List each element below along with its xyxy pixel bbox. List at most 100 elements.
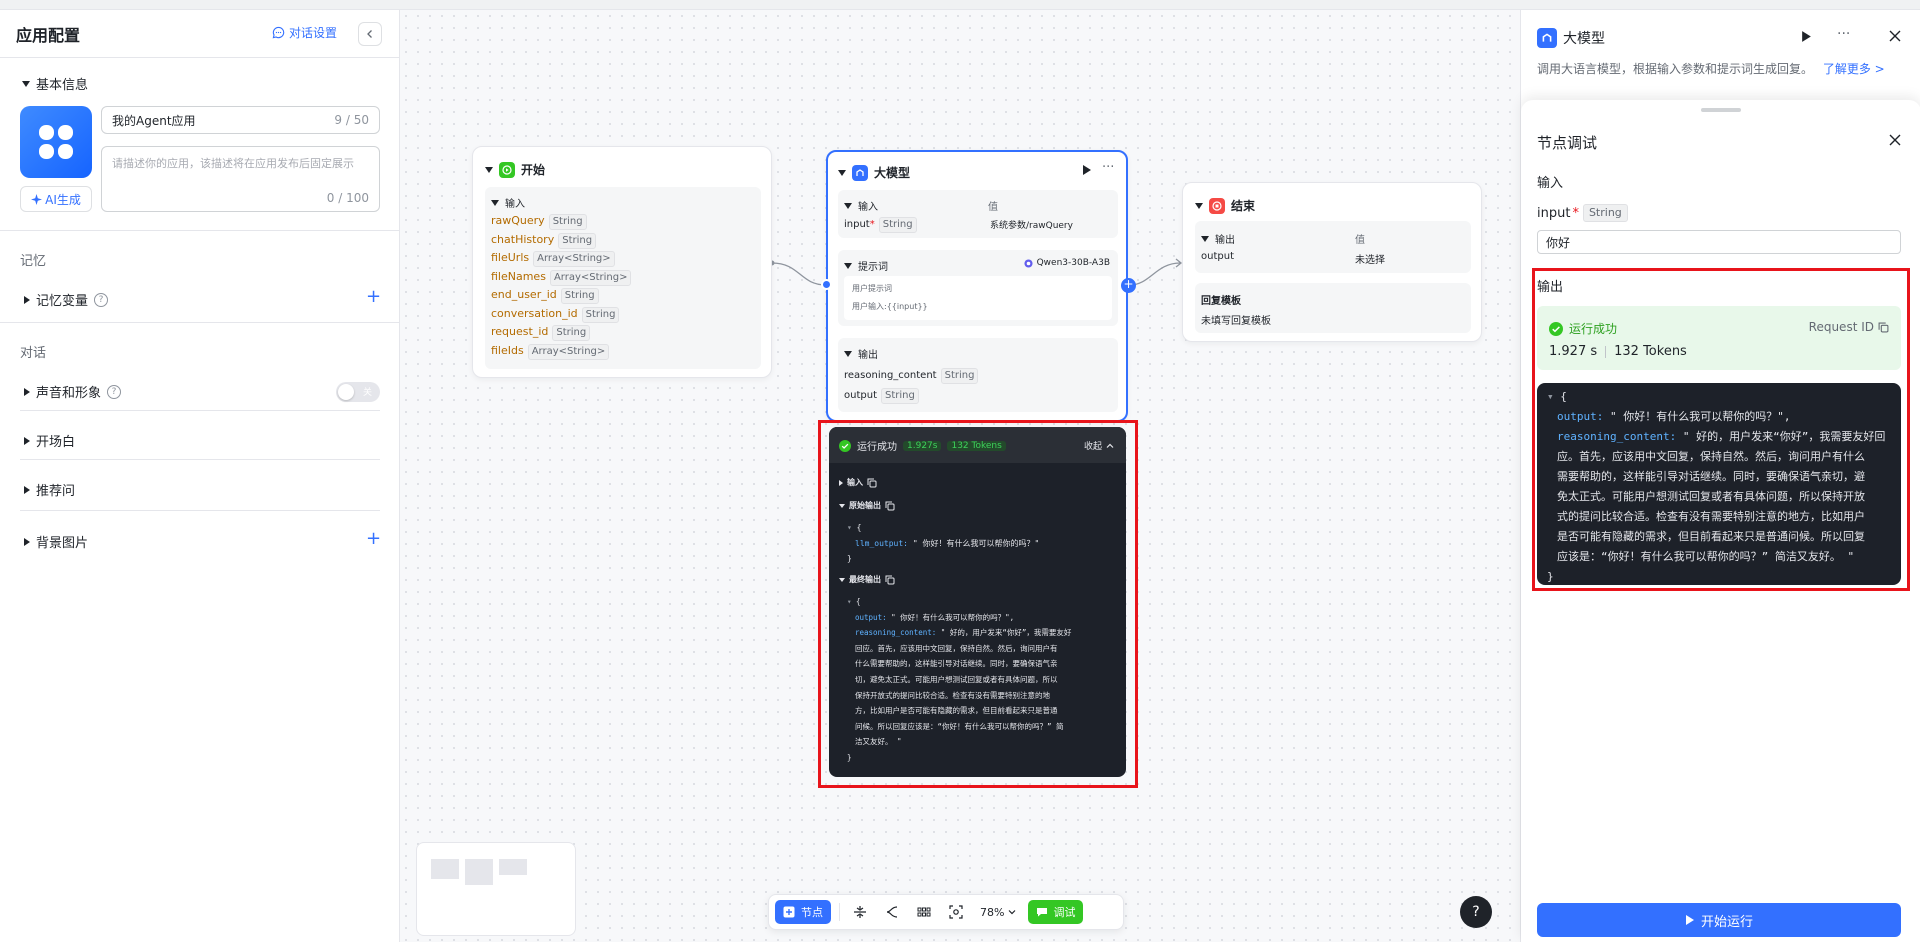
llm-node-title: 大模型 — [874, 166, 911, 180]
workflow-canvas[interactable]: 开始 输入 rawQuery String chatHistory String f… — [400, 10, 1520, 942]
caret-down-icon — [839, 577, 845, 582]
run-node-button[interactable] — [1801, 30, 1812, 43]
ai-generate-button[interactable]: AI生成 — [20, 186, 92, 212]
list-item: request_id String — [491, 324, 631, 343]
divider — [0, 230, 400, 231]
json-key: reasoning_content: — [1557, 430, 1677, 443]
json-key: reasoning_content: — [855, 628, 937, 638]
node-detail-panel: 大模型 ··· 调用大语言模型，根据输入参数和提示词生成回复。 了解更多 > 节… — [1520, 10, 1920, 942]
minimap[interactable] — [416, 842, 576, 936]
debug-input-label: 输入 — [1537, 176, 1564, 191]
status-text: 运行成功 — [857, 442, 897, 453]
copy-icon[interactable] — [885, 501, 895, 511]
memory-vars-header[interactable]: 记忆变量 ? — [24, 290, 109, 309]
llm-node[interactable]: 大模型 ··· 输入 值 input* String 系统参数/rawQuery … — [826, 150, 1128, 422]
template-value: 未填写回复模板 — [1201, 316, 1271, 327]
value-label: 值 — [1355, 235, 1365, 246]
basic-info-header[interactable]: 基本信息 — [22, 74, 88, 93]
user-prompt-label: 用户提示词 — [852, 284, 892, 293]
app-icon[interactable] — [20, 106, 92, 178]
result-input-toggle[interactable]: 输入 — [839, 477, 877, 488]
json-line: } — [1547, 570, 1554, 583]
connector-style-icon[interactable] — [880, 900, 904, 924]
collapse-button[interactable]: 收起 — [1084, 439, 1114, 452]
conversation-settings-link[interactable]: 对话设置 — [272, 24, 337, 41]
add-node-button[interactable]: 节点 — [775, 900, 831, 924]
add-next-node-button[interactable]: + — [1121, 278, 1136, 293]
prompt-label: 提示词 — [858, 262, 888, 273]
more-icon[interactable]: ··· — [1837, 26, 1850, 42]
raw-output-toggle[interactable]: 原始输出 — [839, 500, 895, 511]
close-icon[interactable] — [1889, 134, 1901, 146]
app-description-input[interactable]: 请描述你的应用，该描述将在应用发布后固定展示 0 / 100 — [101, 146, 380, 212]
debug-button[interactable]: 调试 — [1028, 900, 1084, 924]
caret-down-icon — [844, 350, 852, 357]
json-line: 需要帮助的，这样能引导对话继续。同时，要确保语气亲切，避 — [1557, 470, 1865, 483]
add-bg-image-button[interactable]: + — [366, 528, 381, 549]
add-memory-var-button[interactable]: + — [366, 286, 381, 307]
bg-image-header[interactable]: 背景图片 — [24, 532, 88, 551]
copy-icon[interactable] — [1878, 322, 1889, 333]
output-value: 未选择 — [1355, 255, 1385, 266]
llm-node-header: 大模型 — [838, 164, 910, 181]
minimap-node — [499, 859, 527, 875]
model-badge[interactable]: Qwen3-30B-A3B — [1024, 258, 1110, 268]
start-node[interactable]: 开始 输入 rawQuery String chatHistory String f… — [472, 146, 772, 378]
divider — [0, 322, 400, 323]
chevron-down-icon — [1008, 908, 1016, 916]
final-output-toggle[interactable]: 最终输出 — [839, 574, 895, 585]
prompt-editor[interactable]: 用户提示词 用户输入:{{input}} — [844, 276, 1112, 320]
help-icon[interactable]: ? — [94, 292, 109, 307]
memory-section-label: 记忆 — [20, 254, 47, 269]
close-panel-button[interactable] — [1889, 30, 1901, 42]
start-run-button[interactable]: 开始运行 — [1537, 903, 1901, 937]
caret-right-icon — [24, 387, 30, 396]
json-line: 切，避免太正式。可能用户想测试回复或者有具体问题，所以 — [855, 674, 1058, 684]
learn-more-link[interactable]: 了解更多 > — [1823, 62, 1885, 76]
prompt-section-header: 提示词 — [844, 258, 888, 273]
request-id[interactable]: Request ID — [1809, 320, 1889, 334]
output-label: 输出 — [1215, 235, 1235, 246]
end-node[interactable]: 结束 输出 值 output 未选择 回复模板 未填写回复模板 — [1182, 182, 1482, 342]
zoom-select[interactable]: 78% — [976, 900, 1020, 924]
input-label: 输入 — [858, 202, 878, 213]
json-brace: { — [856, 523, 862, 532]
list-item: rawQuery String — [491, 213, 631, 232]
json-line: 应该是：“你好！有什么我可以帮你的吗？” 简洁又友好。 " — [1557, 550, 1855, 563]
grid-icon[interactable] — [912, 900, 936, 924]
node-debug-sheet: 节点调试 输入 input * String 你好 输出 运行成功 Reques… — [1521, 100, 1920, 942]
raw-output-json: ▾ { llm_output: " 你好！有什么我可以帮你的吗？" } — [847, 520, 1039, 567]
input-handle[interactable] — [821, 279, 832, 290]
align-icon[interactable] — [848, 900, 872, 924]
json-line: reasoning_content: " 好的，用户发来“你好”，我需要友好回 — [1547, 427, 1891, 447]
run-node-button[interactable] — [1082, 164, 1092, 176]
help-icon[interactable]: ? — [107, 384, 122, 399]
collapse-panel-button[interactable] — [358, 22, 382, 46]
json-line: llm_output: " 你好！有什么我可以帮你的吗？" — [847, 536, 1039, 552]
voice-header[interactable]: 声音和形象 ? — [24, 382, 122, 401]
more-icon[interactable]: ··· — [1102, 160, 1114, 175]
var-name: conversation_id — [491, 306, 578, 320]
opening-header[interactable]: 开场白 — [24, 431, 75, 450]
caret-down-icon — [844, 202, 852, 209]
drag-handle[interactable] — [1701, 108, 1741, 112]
panel-title: 应用配置 — [16, 26, 81, 45]
copy-icon[interactable] — [885, 575, 895, 585]
voice-toggle[interactable]: 关 — [336, 382, 380, 402]
panel-description: 调用大语言模型，根据输入参数和提示词生成回复。 了解更多 > — [1537, 60, 1885, 77]
raw-output-label: 原始输出 — [849, 501, 881, 510]
suggest-header[interactable]: 推荐问 — [24, 480, 75, 499]
copy-icon[interactable] — [867, 478, 877, 488]
json-key: output: — [1557, 410, 1604, 423]
fit-view-icon[interactable] — [944, 900, 968, 924]
output-label: 输出 — [858, 350, 878, 361]
var-name: output — [844, 390, 877, 401]
start-var-list: rawQuery String chatHistory String fileUrl… — [491, 213, 632, 361]
app-name-input[interactable]: 我的Agent应用 9 / 50 — [101, 106, 380, 134]
llm-icon — [852, 164, 868, 181]
debug-input-field[interactable]: 你好 — [1537, 230, 1901, 254]
help-button[interactable]: ? — [1460, 896, 1492, 928]
json-key: output: — [855, 612, 887, 622]
template-label: 回复模板 — [1201, 296, 1241, 307]
caret-down-icon — [485, 166, 493, 173]
